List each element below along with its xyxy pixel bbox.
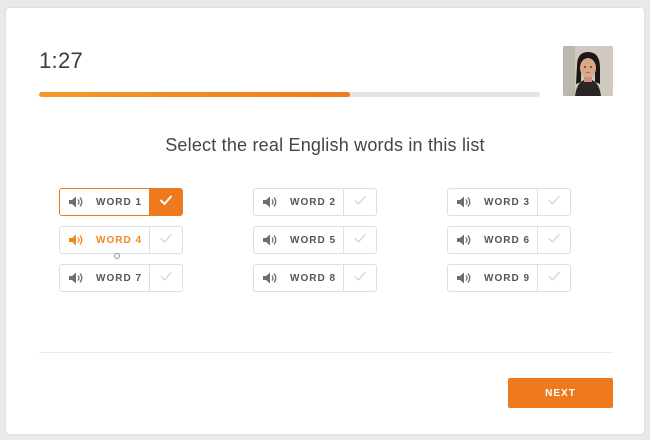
test-card: 1:27 Select the real English words in th…: [6, 8, 644, 434]
checkmark-icon: [353, 193, 367, 211]
checkmark-icon: [547, 193, 561, 211]
select-word-checkbox[interactable]: [537, 227, 570, 253]
webcam-person-image: [563, 46, 613, 96]
footer-divider: [39, 352, 613, 353]
play-audio-button[interactable]: WORD 3: [448, 189, 537, 215]
speaker-icon: [262, 195, 278, 209]
speaker-icon: [262, 233, 278, 247]
select-word-checkbox[interactable]: [537, 265, 570, 291]
word-label: WORD 7: [96, 272, 142, 284]
play-audio-button[interactable]: WORD 8: [254, 265, 343, 291]
word-option-2[interactable]: WORD 2: [253, 188, 377, 216]
select-word-checkbox[interactable]: [149, 227, 182, 253]
mouse-cursor-icon: [113, 247, 121, 259]
play-audio-button[interactable]: WORD 2: [254, 189, 343, 215]
play-audio-button[interactable]: WORD 7: [60, 265, 149, 291]
checkmark-icon: [353, 269, 367, 287]
select-word-checkbox[interactable]: [343, 189, 376, 215]
word-option-1[interactable]: WORD 1: [59, 188, 183, 216]
speaker-icon: [262, 271, 278, 285]
speaker-icon: [68, 195, 84, 209]
play-audio-button[interactable]: WORD 1: [60, 189, 149, 215]
word-option-8[interactable]: WORD 8: [253, 264, 377, 292]
play-audio-button[interactable]: WORD 4: [60, 227, 149, 253]
word-label: WORD 9: [484, 272, 530, 284]
word-label: WORD 1: [96, 196, 142, 208]
word-label: WORD 2: [290, 196, 336, 208]
checkmark-icon: [159, 193, 173, 211]
play-audio-button[interactable]: WORD 5: [254, 227, 343, 253]
speaker-icon: [456, 271, 472, 285]
checkmark-icon: [547, 269, 561, 287]
word-option-7[interactable]: WORD 7: [59, 264, 183, 292]
word-option-4[interactable]: WORD 4: [59, 226, 183, 254]
countdown-timer: 1:27: [39, 48, 84, 73]
select-word-checkbox[interactable]: [149, 189, 182, 215]
checkmark-icon: [353, 231, 367, 249]
word-label: WORD 3: [484, 196, 530, 208]
checkmark-icon: [547, 231, 561, 249]
select-word-checkbox[interactable]: [343, 227, 376, 253]
play-audio-button[interactable]: WORD 9: [448, 265, 537, 291]
speaker-icon: [68, 271, 84, 285]
word-option-3[interactable]: WORD 3: [447, 188, 571, 216]
speaker-icon: [68, 233, 84, 247]
word-label: WORD 4: [96, 234, 142, 246]
progress-bar-fill: [39, 92, 350, 97]
select-word-checkbox[interactable]: [343, 265, 376, 291]
speaker-icon: [456, 195, 472, 209]
word-label: WORD 8: [290, 272, 336, 284]
word-option-9[interactable]: WORD 9: [447, 264, 571, 292]
webcam-preview: [563, 46, 613, 96]
word-option-6[interactable]: WORD 6: [447, 226, 571, 254]
next-button[interactable]: NEXT: [508, 378, 613, 408]
play-audio-button[interactable]: WORD 6: [448, 227, 537, 253]
instruction-text: Select the real English words in this li…: [165, 135, 485, 155]
word-option-5[interactable]: WORD 5: [253, 226, 377, 254]
checkmark-icon: [159, 269, 173, 287]
select-word-checkbox[interactable]: [149, 265, 182, 291]
select-word-checkbox[interactable]: [537, 189, 570, 215]
word-label: WORD 5: [290, 234, 336, 246]
speaker-icon: [456, 233, 472, 247]
checkmark-icon: [159, 231, 173, 249]
progress-bar: [39, 92, 540, 97]
word-label: WORD 6: [484, 234, 530, 246]
